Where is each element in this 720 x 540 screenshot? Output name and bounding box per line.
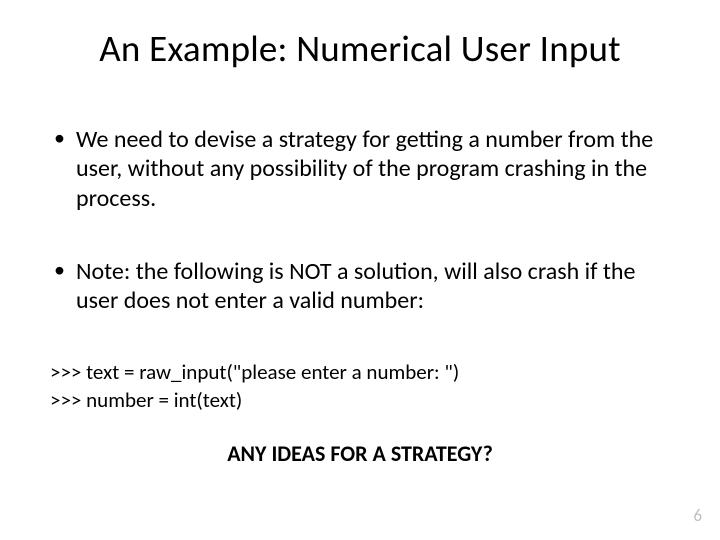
code-block: >>> text = raw_input("please enter a num… — [48, 359, 672, 414]
bullet-item: Note: the following is NOT a solution, w… — [48, 257, 672, 316]
page-number: 6 — [693, 505, 702, 526]
slide: An Example: Numerical User Input We need… — [0, 0, 720, 540]
bullet-item: We need to devise a strategy for getting… — [48, 125, 672, 213]
question-prompt: ANY IDEAS FOR A STRATEGY? — [48, 440, 672, 467]
slide-title: An Example: Numerical User Input — [48, 26, 672, 71]
code-line: >>> text = raw_input("please enter a num… — [50, 359, 672, 386]
code-line: >>> number = int(text) — [50, 387, 672, 414]
slide-body: We need to devise a strategy for getting… — [48, 125, 672, 467]
bullet-list: We need to devise a strategy for getting… — [48, 125, 672, 315]
